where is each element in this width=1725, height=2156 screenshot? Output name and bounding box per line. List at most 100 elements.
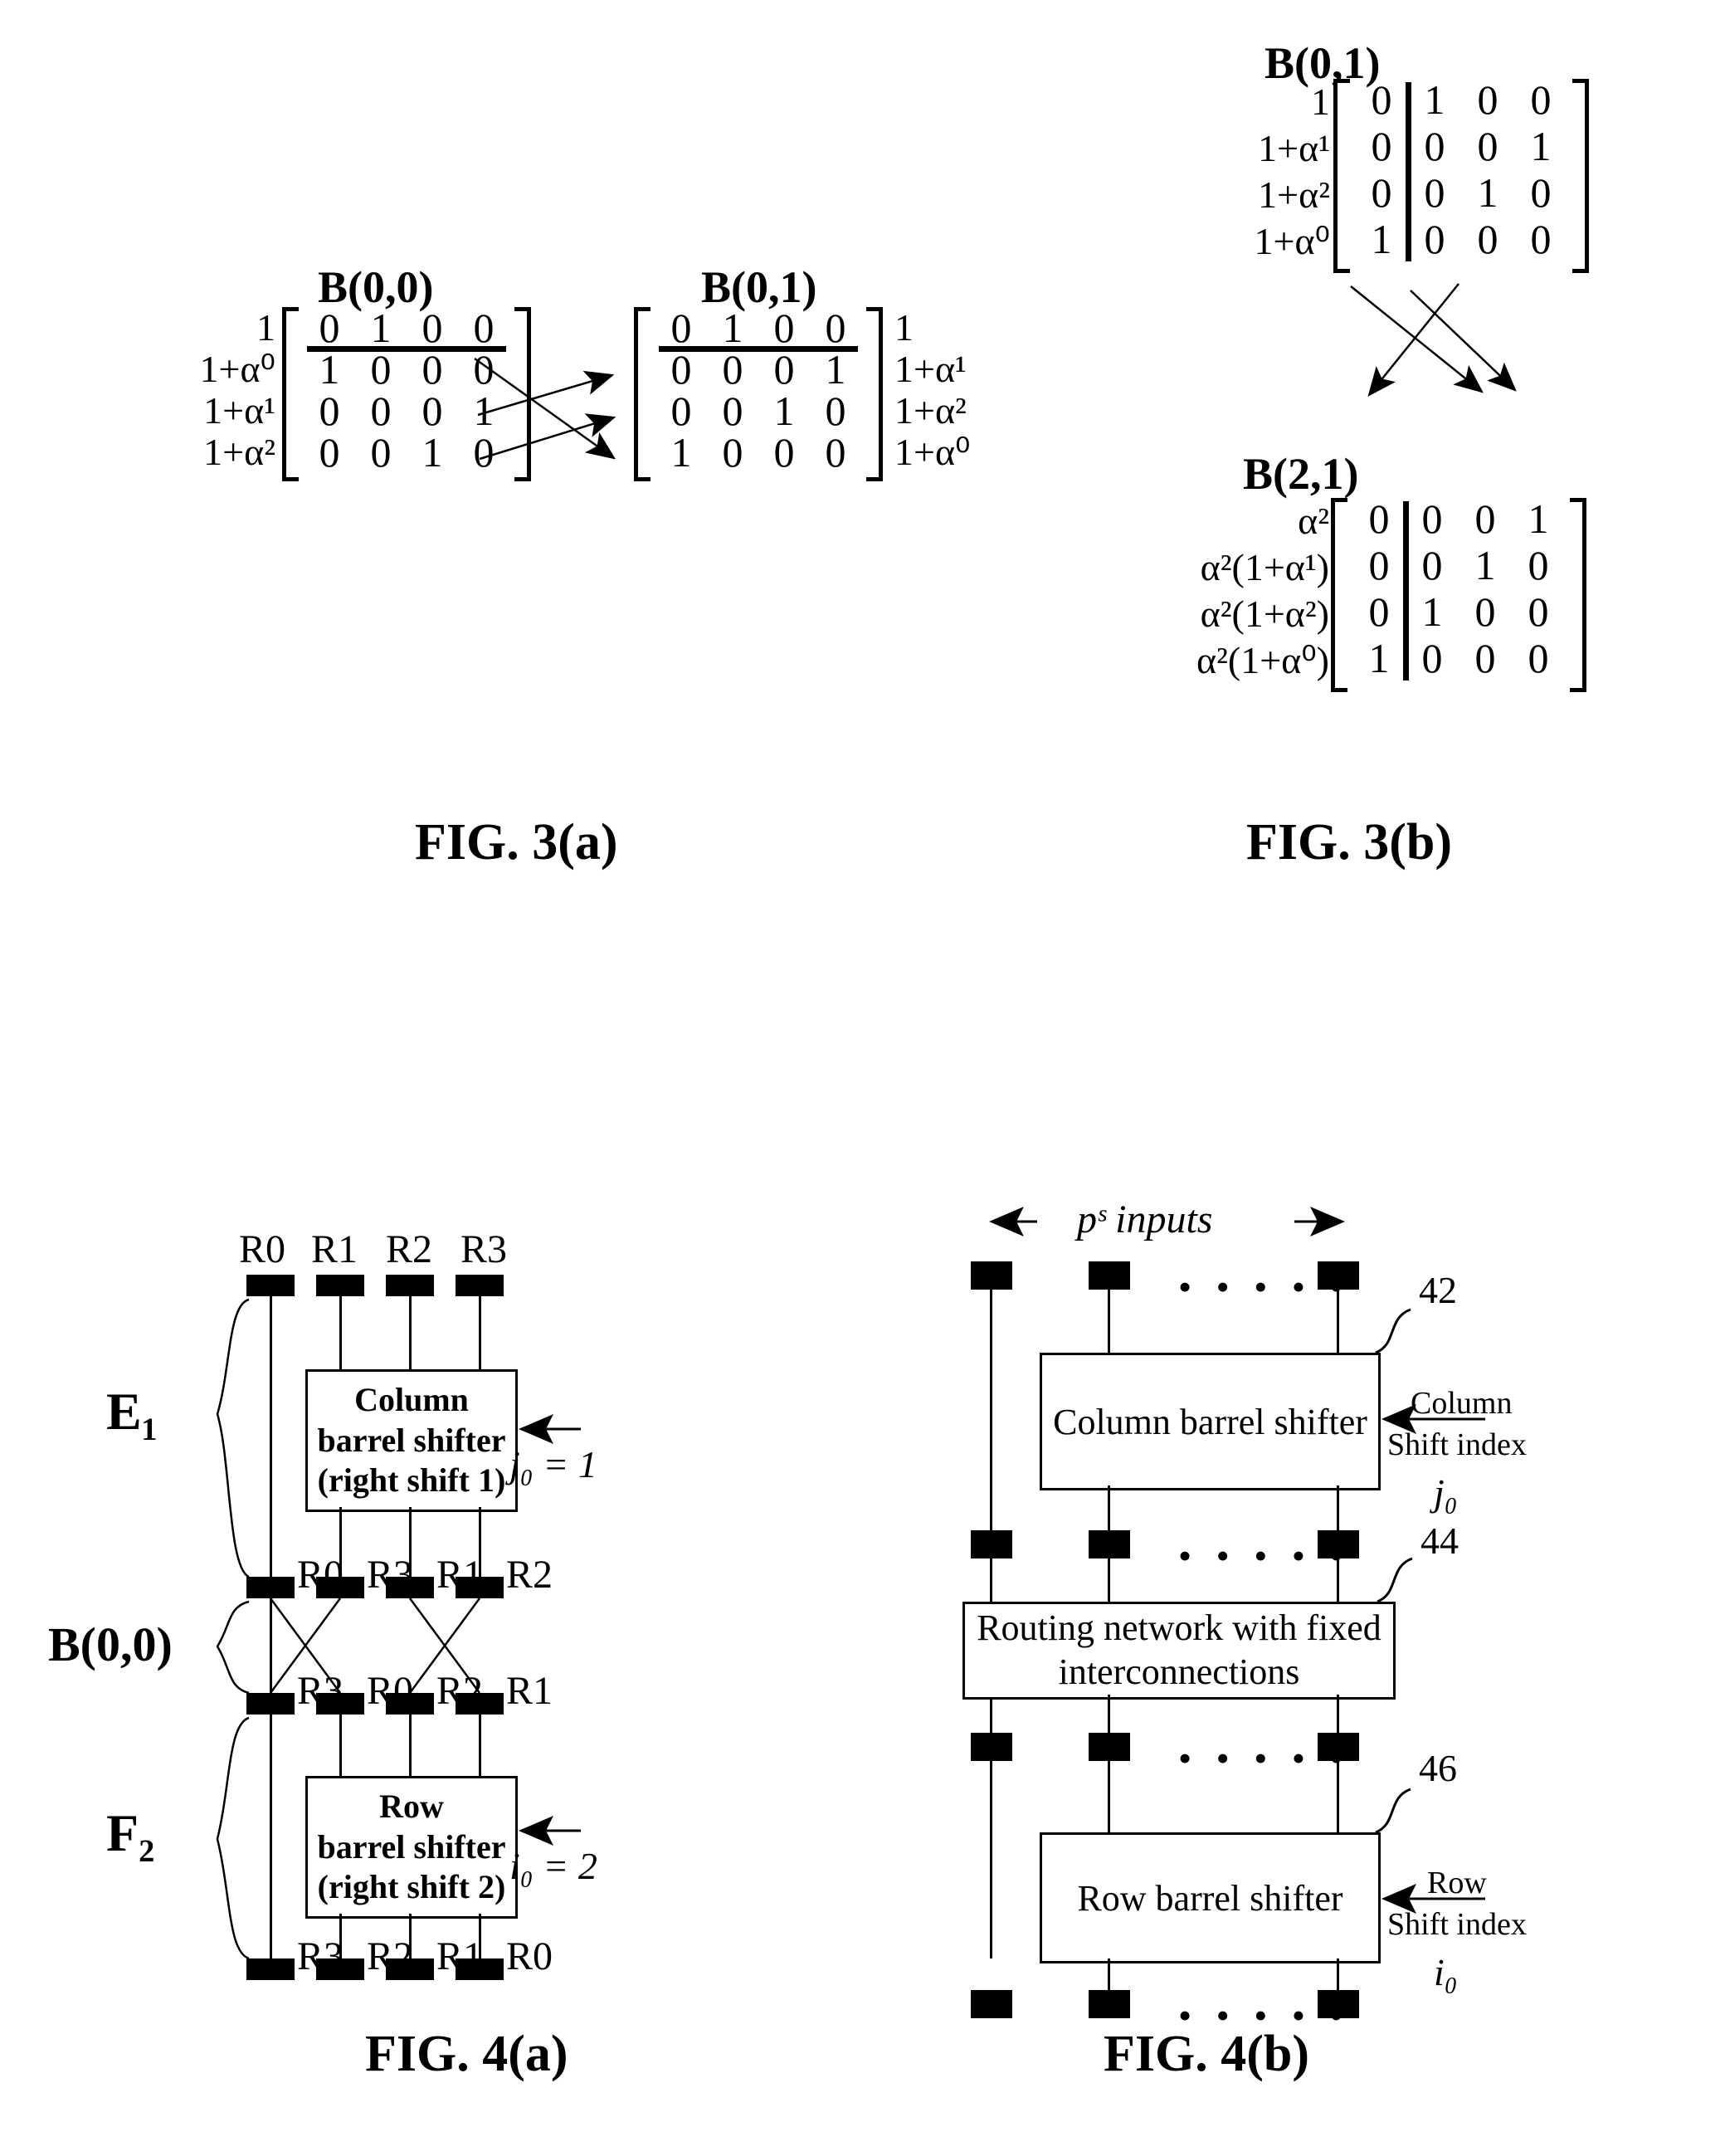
row-label: 1+α¹: [1258, 127, 1330, 169]
matrix-cell: 0: [1371, 123, 1392, 169]
row-shift-index-value: i₀ = 2: [509, 1845, 597, 1887]
row-barrel-shifter-block[interactable]: Row barrel shifter: [1040, 1832, 1381, 1963]
row-label: 1: [256, 306, 275, 349]
io-pad: [1318, 1530, 1359, 1558]
column-shift-index-label-2: Shift index: [1387, 1427, 1527, 1462]
matrix-cell: 0: [722, 346, 743, 393]
matrix-cell: 0: [1424, 123, 1445, 169]
brace-f2: [216, 1716, 250, 1960]
matrix-cell: 0: [473, 305, 495, 351]
wire: [1108, 1558, 1110, 1602]
io-pad: [456, 1275, 504, 1296]
matrix-cell: 0: [1368, 588, 1390, 635]
fig3a-right-matrix: 0 1 0 0 0 0 0 1 0 0 1 0 1 0 0 0 1 1+α¹ 1…: [634, 305, 1035, 481]
io-pad: [246, 1693, 295, 1715]
column-barrel-shifter-block[interactable]: Column barrel shifter (right shift 1): [305, 1369, 518, 1512]
row-label: 1: [1311, 80, 1330, 123]
matrix-cell: 1: [1421, 588, 1443, 635]
matrix-cell: 0: [1477, 76, 1498, 123]
wire: [1337, 1695, 1339, 1733]
row-label: 1+α²: [894, 389, 967, 432]
matrix-cell: 1: [319, 346, 340, 393]
row-label: α²: [1298, 500, 1329, 542]
matrix-cell: 0: [825, 388, 846, 434]
matrix-separator: [1406, 82, 1411, 261]
wire: [1108, 1485, 1110, 1530]
row-barrel-shifter-block[interactable]: Row barrel shifter (right shift 2): [305, 1776, 518, 1919]
matrix-body: 0 1 0 0 0 0 0 1 0 0 1 0 1 0 0 0: [1333, 76, 1589, 273]
fig4b-inputs-label: pˢ inputs: [1077, 1198, 1213, 1241]
matrix-cell: 0: [422, 388, 443, 434]
io-pad: [456, 1693, 504, 1715]
matrix-cell: 1: [1368, 635, 1390, 681]
io-pad: [1318, 1733, 1359, 1761]
matrix-cell: 1: [1371, 216, 1392, 262]
wire: [1108, 1958, 1110, 1990]
row-label: 1+α²: [203, 431, 275, 473]
row-label: α²(1+α⁰): [1196, 639, 1329, 681]
matrix-cell: 0: [670, 388, 692, 434]
matrix-cell: 1: [825, 346, 846, 393]
column-shift-index-label: Column: [1411, 1386, 1513, 1421]
matrix-cell: 0: [370, 388, 392, 434]
fig3b-caption: FIG. 3(b): [1246, 814, 1452, 871]
io-pad: [971, 1990, 1012, 2018]
matrix-cell: 1: [1528, 495, 1549, 542]
io-pad: [316, 1958, 364, 1980]
matrix-cell: 0: [370, 346, 392, 393]
matrix-cell: 0: [319, 388, 340, 434]
block-line-3: (right shift 1): [317, 1461, 506, 1500]
matrix-separator: [307, 346, 506, 352]
matrix-cell: 0: [773, 305, 795, 351]
block-label: Row barrel shifter: [1077, 1877, 1343, 1919]
io-pad: [246, 1577, 295, 1598]
matrix-cell: 1: [473, 388, 495, 434]
matrix-cell: 1: [773, 388, 795, 434]
io-pad: [386, 1275, 434, 1296]
routing-network-block[interactable]: Routing network with fixed interconnecti…: [962, 1602, 1396, 1700]
brace-label-b00: B(0,0): [48, 1617, 173, 1671]
matrix-cell: 0: [1528, 542, 1549, 588]
matrix-cell: 0: [1421, 635, 1443, 681]
column-shift-index-value: j₀ = 1: [509, 1443, 597, 1485]
matrix-body: 0 0 0 1 0 0 1 0 0 1 0 0 1 0 0 0: [1331, 495, 1586, 692]
matrix-cell: 0: [1477, 216, 1498, 262]
matrix-cell: 1: [1530, 123, 1552, 169]
wire: [1337, 1958, 1339, 1990]
pad-label-r2: R2: [386, 1227, 433, 1271]
matrix-cell: 0: [1530, 169, 1552, 216]
io-pad: [316, 1693, 364, 1715]
fig4a-caption: FIG. 4(a): [365, 2026, 568, 2082]
pad-label-r0: R0: [506, 1934, 553, 1978]
matrix-cell: 0: [670, 346, 692, 393]
wire: [479, 1715, 481, 1776]
io-pad: [316, 1275, 364, 1296]
row-label: 1+α⁰: [894, 431, 971, 473]
io-pad: [386, 1693, 434, 1715]
right-bracket: [865, 307, 883, 481]
brace-label-f2: F₂: [106, 1803, 155, 1862]
matrix-cell: 0: [1474, 635, 1496, 681]
block-line-2: barrel shifter: [317, 1421, 506, 1459]
left-bracket: [1331, 498, 1349, 692]
wire: [1337, 1290, 1339, 1353]
column-barrel-shifter-block[interactable]: Column barrel shifter: [1040, 1353, 1381, 1490]
wire: [339, 1715, 342, 1776]
io-pad: [456, 1577, 504, 1598]
fig3b-bottom-matrix-title: B(2,1): [1243, 449, 1359, 499]
row-label: 1: [894, 306, 914, 349]
row-shift-index-label-2: Shift index: [1387, 1907, 1527, 1942]
row-label: 1+α²: [1258, 173, 1330, 216]
reference-numeral-44: 44: [1420, 1519, 1459, 1562]
matrix-cell: 0: [1371, 169, 1392, 216]
block-line-1: Row: [379, 1787, 444, 1825]
fig3b-top-matrix: 1 1+α¹ 1+α² 1+α⁰ 0 1 0 0 0 0 0 1 0 0 1 0…: [1191, 76, 1589, 273]
matrix-cell: 0: [773, 429, 795, 476]
row-label: 1+α⁰: [199, 348, 275, 390]
fig3a-caption: FIG. 3(a): [415, 814, 618, 871]
matrix-separator: [1403, 501, 1409, 680]
io-pad: [1089, 1261, 1130, 1290]
wire: [1108, 1695, 1110, 1733]
pad-label-r1: R1: [311, 1227, 358, 1271]
wire: [1337, 1761, 1339, 1832]
